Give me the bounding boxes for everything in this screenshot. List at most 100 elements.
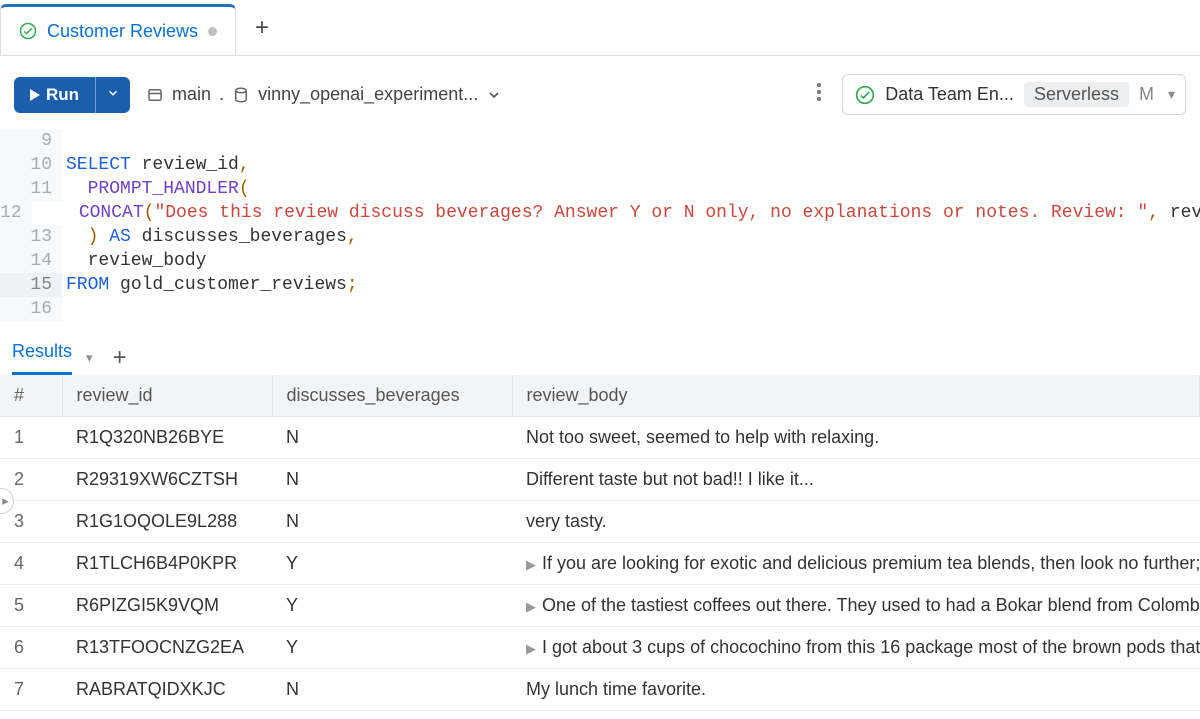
code-content[interactable]: CONCAT("Does this review discuss beverag… (32, 201, 1200, 225)
cell-review-body: My lunch time favorite. (512, 669, 1200, 711)
cell-review-body: Different taste but not bad!! I like it.… (512, 459, 1200, 501)
cell-discusses-beverages: Y (272, 585, 512, 627)
line-number: 16 (0, 297, 62, 321)
editor-line[interactable]: 16 (0, 297, 1200, 321)
results-tab[interactable]: Results (12, 341, 72, 375)
code-content[interactable]: FROM gold_customer_reviews; (62, 273, 358, 297)
code-content[interactable]: PROMPT_HANDLER( (62, 177, 250, 201)
play-icon (30, 89, 40, 101)
code-content[interactable] (62, 129, 66, 153)
cell-review-id: R13TFOOCNZG2EA (62, 627, 272, 669)
cluster-size: M (1139, 84, 1154, 105)
column-header[interactable]: review_id (62, 375, 272, 417)
notebook-tab-strip: Customer Reviews + (0, 0, 1200, 56)
table-row[interactable]: 7RABRATQIDXKJCNMy lunch time favorite. (0, 669, 1200, 711)
expand-row-icon[interactable]: ▶ (526, 641, 536, 656)
kebab-icon (816, 82, 822, 102)
cell-discusses-beverages: Y (272, 543, 512, 585)
editor-line[interactable]: 13 ) AS discusses_beverages, (0, 225, 1200, 249)
results-tab-bar: Results ▾ + (0, 329, 1200, 375)
cell-review-id: R1Q320NB26BYE (62, 417, 272, 459)
catalog-schema-picker[interactable]: main . vinny_openai_experiment... (146, 84, 502, 105)
new-tab-button[interactable]: + (236, 0, 288, 55)
sql-editor[interactable]: 910SELECT review_id,11 PROMPT_HANDLER(12… (0, 129, 1200, 329)
code-content[interactable]: ) AS discusses_beverages, (62, 225, 358, 249)
catalog-icon (146, 86, 164, 104)
line-number: 13 (0, 225, 62, 249)
cell-discusses-beverages: N (272, 417, 512, 459)
expand-row-icon[interactable]: ▶ (526, 599, 536, 614)
cell-review-id: R6PIZGI5K9VQM (62, 585, 272, 627)
serverless-badge: Serverless (1024, 82, 1129, 107)
schema-name: vinny_openai_experiment... (258, 84, 478, 105)
column-header[interactable]: review_body (512, 375, 1200, 417)
cell-discusses-beverages: N (272, 501, 512, 543)
cell-review-body: ▶I got about 3 cups of chocochino from t… (512, 627, 1200, 669)
kebab-menu-button[interactable] (806, 78, 832, 112)
line-number: 11 (0, 177, 62, 201)
table-header-row: #review_iddiscusses_beveragesreview_body (0, 375, 1200, 417)
cell-review-body: ▶If you are looking for exotic and delic… (512, 543, 1200, 585)
line-number: 15 (0, 273, 62, 297)
notebook-tab-active[interactable]: Customer Reviews (0, 4, 236, 55)
run-dropdown-button[interactable] (95, 77, 130, 113)
cell-review-id: RABRATQIDXKJC (62, 669, 272, 711)
line-number: 10 (0, 153, 62, 177)
table-row[interactable]: 4R1TLCH6B4P0KPRY▶If you are looking for … (0, 543, 1200, 585)
table-row[interactable]: 5R6PIZGI5K9VQMY▶One of the tastiest coff… (0, 585, 1200, 627)
expand-row-icon[interactable]: ▶ (526, 557, 536, 572)
row-index: 5 (0, 585, 62, 627)
chevron-down-icon (106, 86, 120, 100)
catalog-name: main (172, 84, 211, 105)
cluster-name: Data Team En... (885, 84, 1014, 105)
cell-review-id: R29319XW6CZTSH (62, 459, 272, 501)
results-table: #review_iddiscusses_beveragesreview_body… (0, 375, 1200, 711)
chevron-down-icon (486, 87, 502, 103)
editor-line[interactable]: 9 (0, 129, 1200, 153)
chevron-right-icon: ▸ (2, 493, 9, 509)
column-header[interactable]: # (0, 375, 62, 417)
add-results-tab-button[interactable]: + (113, 344, 127, 372)
run-button-group: Run (14, 77, 130, 113)
cell-review-body: Not too sweet, seemed to help with relax… (512, 417, 1200, 459)
table-row[interactable]: 3R1G1OQOLE9L288Nvery tasty. (0, 501, 1200, 543)
column-header[interactable]: discusses_beverages (272, 375, 512, 417)
editor-line[interactable]: 10SELECT review_id, (0, 153, 1200, 177)
row-index: 6 (0, 627, 62, 669)
chevron-down-icon: ▾ (1168, 86, 1175, 103)
table-row[interactable]: 2R29319XW6CZTSHNDifferent taste but not … (0, 459, 1200, 501)
line-number: 9 (0, 129, 62, 153)
cell-review-body: ▶One of the tastiest coffees out there. … (512, 585, 1200, 627)
check-icon (19, 22, 37, 40)
run-label: Run (46, 85, 79, 105)
cell-discusses-beverages: N (272, 459, 512, 501)
cell-discusses-beverages: N (272, 669, 512, 711)
chevron-down-icon[interactable]: ▾ (86, 350, 93, 366)
row-index: 4 (0, 543, 62, 585)
table-row[interactable]: 6R13TFOOCNZG2EAY▶I got about 3 cups of c… (0, 627, 1200, 669)
unsaved-dot-icon (208, 27, 217, 36)
row-index: 7 (0, 669, 62, 711)
check-icon (855, 85, 875, 105)
notebook-tab-label: Customer Reviews (47, 21, 198, 42)
line-number: 12 (0, 201, 32, 225)
editor-line[interactable]: 11 PROMPT_HANDLER( (0, 177, 1200, 201)
database-icon (232, 86, 250, 104)
table-row[interactable]: 1R1Q320NB26BYENNot too sweet, seemed to … (0, 417, 1200, 459)
run-button[interactable]: Run (14, 77, 95, 113)
editor-toolbar: Run main . vinny_openai_experiment... Da… (0, 56, 1200, 129)
cell-review-id: R1G1OQOLE9L288 (62, 501, 272, 543)
code-content[interactable] (62, 297, 66, 321)
line-number: 14 (0, 249, 62, 273)
editor-line[interactable]: 15FROM gold_customer_reviews; (0, 273, 1200, 297)
cell-review-id: R1TLCH6B4P0KPR (62, 543, 272, 585)
editor-line[interactable]: 12 CONCAT("Does this review discuss beve… (0, 201, 1200, 225)
row-index: 1 (0, 417, 62, 459)
catalog-separator: . (219, 84, 224, 105)
cell-discusses-beverages: Y (272, 627, 512, 669)
code-content[interactable]: SELECT review_id, (62, 153, 250, 177)
compute-picker[interactable]: Data Team En... Serverless M ▾ (842, 74, 1186, 115)
cell-review-body: very tasty. (512, 501, 1200, 543)
code-content[interactable]: review_body (62, 249, 206, 273)
editor-line[interactable]: 14 review_body (0, 249, 1200, 273)
